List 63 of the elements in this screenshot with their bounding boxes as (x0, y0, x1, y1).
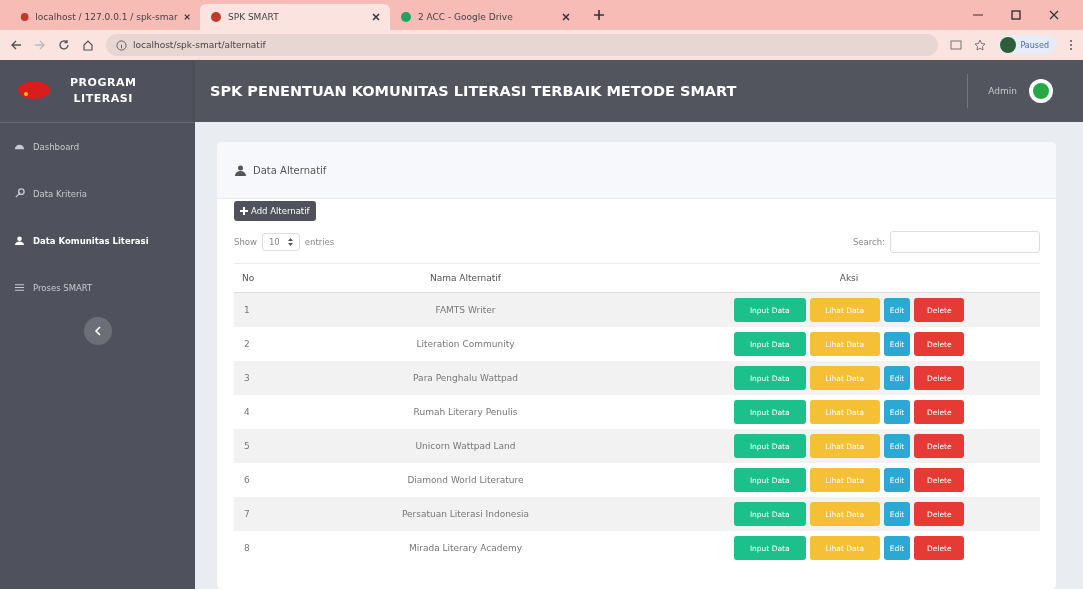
table-cell: Persatuan Literasi Indonesia (273, 497, 658, 531)
user-name[interactable]: Admin (988, 86, 1017, 96)
info-icon (116, 39, 127, 51)
sidebar-item[interactable]: Data Komunitas Literasi (0, 217, 195, 264)
back-icon[interactable] (10, 39, 22, 51)
avatar-icon[interactable] (1029, 79, 1053, 103)
table-cell: Para Penghalu Wattpad (273, 361, 658, 395)
search-field[interactable] (890, 231, 1040, 253)
table-cell: 3 (234, 361, 273, 395)
home-icon[interactable] (82, 39, 94, 51)
table-cell: 2 (234, 327, 273, 361)
table-cell: 8 (234, 531, 273, 565)
new-tab-icon[interactable] (594, 10, 604, 20)
reload-icon[interactable] (58, 39, 70, 51)
sidebar-item[interactable]: Proses SMART (0, 264, 195, 311)
page-title: SPK PENENTUAN KOMUNITAS LITERASI TERBAIK METODE SMART (210, 83, 738, 99)
search-label: Search: (852, 237, 885, 247)
close-icon[interactable] (562, 13, 570, 21)
maximize-icon[interactable] (1011, 10, 1021, 20)
entries-label: entries (304, 237, 335, 247)
sidebar-toggle-button[interactable] (83, 317, 112, 345)
table-cell: FAMTS Writer (273, 292, 658, 327)
chevron-left-icon (93, 326, 102, 336)
list-icon (14, 282, 25, 293)
sort-icon (287, 238, 293, 246)
favicon-icon (20, 11, 30, 23)
table-cell: 6 (234, 463, 273, 497)
table-cell: 5 (234, 429, 273, 463)
browser-tab[interactable]: SPK SMART (200, 4, 390, 30)
address-bar[interactable]: localhost/spk-smart/alternatif (106, 34, 939, 56)
favicon-icon (210, 11, 222, 23)
sidebar-item[interactable]: Dashboard (0, 123, 195, 170)
table-cell: 7 (234, 497, 273, 531)
card-title: Data Alternatif (253, 164, 327, 176)
table-cell: Literation Community (273, 327, 658, 361)
browser-tab[interactable]: localhost / 127.0.0.1 / spk-smar (10, 4, 200, 30)
add-button[interactable]: Add Alternatif (234, 201, 316, 221)
table-cell: 1 (234, 292, 273, 327)
users-icon (14, 235, 25, 246)
column-header[interactable]: Nama Alternatif (273, 263, 658, 293)
key-icon (14, 188, 25, 199)
column-header[interactable]: No (234, 263, 273, 293)
show-label: Show (234, 237, 257, 247)
sidebar-item[interactable]: Data Kriteria (0, 170, 195, 217)
table-cell: Diamond World Literature (273, 463, 658, 497)
table-cell: Mirada Literary Academy (273, 531, 658, 565)
plus-icon (240, 207, 248, 215)
brand-name: PROGRAM LITERASI (70, 74, 137, 107)
close-icon[interactable] (183, 13, 190, 21)
table-cell: Unicorn Wattpad Land (273, 429, 658, 463)
close-icon[interactable] (372, 13, 380, 21)
browser-tab[interactable]: 2 ACC - Google Drive (390, 4, 580, 30)
users-icon (234, 164, 247, 176)
close-icon[interactable] (1049, 10, 1059, 20)
profile-button[interactable]: Paused (998, 36, 1057, 54)
favicon-icon (400, 11, 412, 23)
column-header[interactable]: Aksi (658, 263, 1040, 293)
star-icon[interactable] (974, 39, 987, 51)
table-cell: 4 (234, 395, 273, 429)
menu-icon[interactable] (1069, 39, 1073, 51)
table-cell: Rumah Literary Penulis (273, 395, 658, 429)
avatar-icon (1000, 37, 1017, 53)
page-size-select[interactable]: 10 (261, 233, 300, 251)
